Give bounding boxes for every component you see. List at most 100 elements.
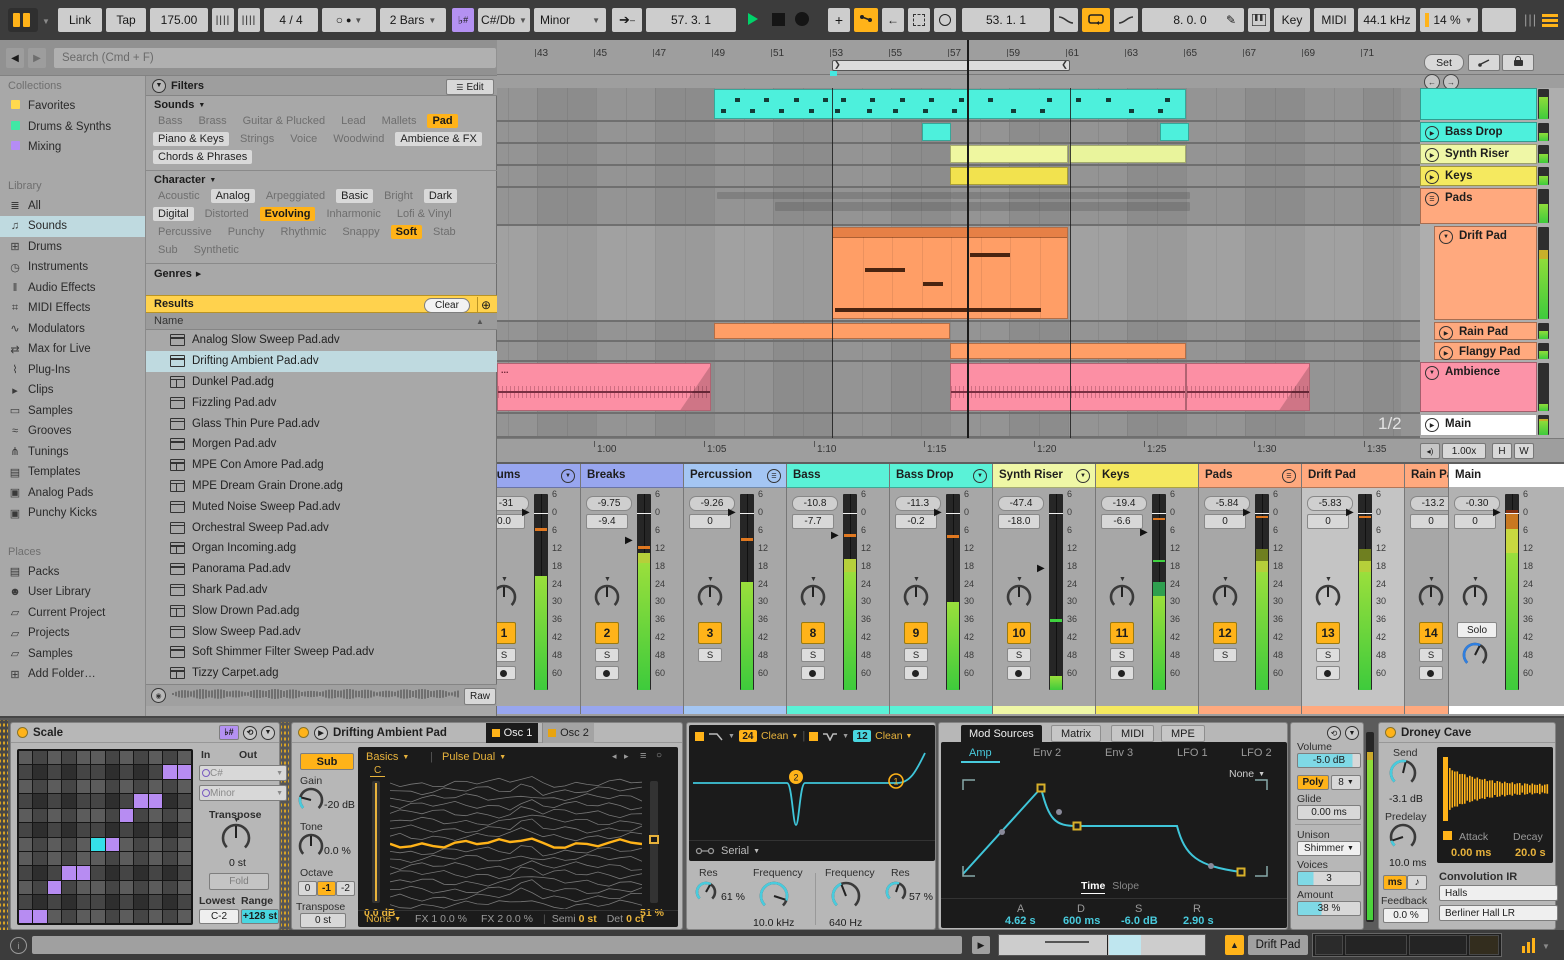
scale-grid-cell[interactable] <box>163 837 177 851</box>
attack-value[interactable]: 4.62 s <box>1005 915 1036 927</box>
mixer-track-title[interactable]: Main <box>1449 464 1564 488</box>
sidebar-item-max-for-live[interactable]: ⇄ Max for Live <box>0 339 145 360</box>
midi-map-button[interactable]: MIDI <box>1314 8 1354 32</box>
character-filter-tag[interactable]: Sub <box>153 243 183 257</box>
scale-grid-cell[interactable] <box>119 909 134 923</box>
mixer-track-title[interactable]: Pads ☰ <box>1199 464 1301 488</box>
preview-waveform[interactable] <box>172 686 460 705</box>
scale-grid-cell[interactable] <box>163 808 177 823</box>
solo-button[interactable]: S <box>1110 648 1134 662</box>
scale-grid-cell[interactable] <box>148 794 163 808</box>
beat-time-ruler[interactable]: 43 45 47 49 51 53 55 57 59 61 63 65 67 69 71 ❯ ❮ <box>497 40 1564 76</box>
track-header-flangy-pad[interactable]: ▶ Flangy Pad <box>1434 342 1537 360</box>
volume-field[interactable]: 0.0 <box>497 514 525 529</box>
sidebar-item-drums-synths[interactable]: Drums & Synths <box>0 117 145 138</box>
loop-start-field[interactable]: 53. 1. 1 <box>962 8 1050 32</box>
filter1-circuit-menu[interactable]: Clean ▼ <box>761 730 798 742</box>
ir-decay-value[interactable]: 20.0 s <box>1515 847 1546 859</box>
time-signature-field[interactable]: 4 / 4 <box>264 8 318 32</box>
sidebar-item-plug-ins[interactable]: ⌇ Plug-Ins <box>0 360 145 381</box>
volume-field[interactable]: -9.4 <box>586 514 628 529</box>
scale-grid-cell[interactable] <box>47 909 62 923</box>
filters-edit-button[interactable]: ☰ Edit <box>446 79 494 95</box>
scale-grid-cell[interactable] <box>163 880 177 895</box>
subtab-env2[interactable]: Env 2 <box>1033 747 1061 759</box>
character-filter-tag[interactable]: Inharmonic <box>321 207 385 221</box>
scale-grid-cell[interactable] <box>47 866 62 880</box>
solo-button[interactable]: S <box>497 648 516 662</box>
result-item[interactable]: Panorama Pad.adv <box>146 559 497 580</box>
record-button[interactable] <box>795 12 809 26</box>
sound-filter-tag[interactable]: Voice <box>285 132 322 146</box>
scale-grid-cell[interactable] <box>62 895 76 909</box>
play-icon[interactable]: ▶ <box>1425 418 1439 432</box>
mixer-track-title[interactable]: Percussion ☰ <box>684 464 786 488</box>
metronome-button[interactable]: ○ ● ▼ <box>322 8 376 32</box>
volume-field[interactable]: 0 <box>1307 514 1349 529</box>
track-header-drums[interactable] <box>1420 88 1537 120</box>
arm-button[interactable] <box>1419 666 1443 680</box>
scale-grid-cell[interactable] <box>134 808 148 823</box>
scale-grid-cell[interactable] <box>148 851 163 866</box>
sidebar-item-clips[interactable]: ▸ Clips <box>0 380 145 401</box>
sound-filter-tag[interactable]: Bass <box>153 114 187 128</box>
next-table-icon[interactable]: ▸ <box>624 751 629 762</box>
clip[interactable] <box>922 123 951 141</box>
arm-button[interactable] <box>1007 666 1031 680</box>
device-view-dropdown-icon[interactable]: ▼ <box>1542 942 1550 951</box>
sidebar-item-user-library[interactable]: ☻ User Library <box>0 582 145 603</box>
feedback-value[interactable]: 0.0 % <box>1383 908 1429 923</box>
scale-grid-cell[interactable] <box>105 794 119 808</box>
scale-grid-cell[interactable] <box>177 909 191 923</box>
sidebar-item-sounds[interactable]: ♫ Sounds <box>0 216 145 237</box>
playback-speed-field[interactable]: 1.00x <box>1442 443 1486 459</box>
scale-grid-cell[interactable] <box>91 779 105 794</box>
scale-grid-cell[interactable] <box>105 837 119 851</box>
track-activator-button[interactable]: 2 <box>595 622 619 644</box>
play-icon[interactable]: ▶ <box>1425 126 1439 140</box>
result-item[interactable]: Analog Slow Sweep Pad.adv <box>146 330 497 351</box>
arm-button[interactable] <box>497 666 516 680</box>
unison-mode-menu[interactable]: Shimmer ▼ <box>1297 841 1361 856</box>
scale-name-menu[interactable]: Minor ▼ <box>534 8 606 32</box>
result-item[interactable]: MPE Dream Grain Drone.adg <box>146 476 497 497</box>
track-header-synth-riser[interactable]: ▶ Synth Riser <box>1420 144 1537 164</box>
prev-table-icon[interactable]: ◂ <box>612 751 617 762</box>
scale-grid-cell[interactable] <box>62 765 76 779</box>
tab-osc2[interactable]: Osc 2 <box>542 723 594 743</box>
sound-filter-tag[interactable]: Chords & Phrases <box>153 150 253 164</box>
scale-grid-cell[interactable] <box>33 765 47 779</box>
scale-grid-cell[interactable] <box>119 765 134 779</box>
scale-grid-cell[interactable] <box>33 880 47 895</box>
save-preset-icon[interactable]: ▼ <box>261 725 275 740</box>
volume-field[interactable]: 0 <box>1454 514 1496 529</box>
scale-grid-cell[interactable] <box>163 794 177 808</box>
wavetable-name-menu[interactable]: Pulse Dual ▼ <box>442 751 506 763</box>
arrangement-grid[interactable]: ... <box>497 88 1420 438</box>
clip-fade-out[interactable] <box>1277 364 1309 410</box>
fader-handle[interactable]: ▶ <box>1037 563 1045 574</box>
sidebar-item-audio-effects[interactable]: ‖ Audio Effects <box>0 278 145 299</box>
scale-grid-cell[interactable] <box>47 808 62 823</box>
scale-grid-cell[interactable] <box>134 751 148 765</box>
tab-matrix[interactable]: Matrix <box>1051 725 1101 742</box>
clear-filters-button[interactable]: Clear <box>424 298 470 313</box>
scale-grid-cell[interactable] <box>177 823 191 837</box>
pan-knob[interactable] <box>800 584 826 613</box>
track-activator-button[interactable]: 8 <box>801 622 825 644</box>
scale-grid-cell[interactable] <box>177 895 191 909</box>
scale-grid-cell[interactable] <box>76 851 91 866</box>
loop-button[interactable] <box>1082 8 1110 32</box>
pan-knob[interactable] <box>1006 584 1032 613</box>
automation-mode-button[interactable] <box>908 8 930 32</box>
character-filter-tag[interactable]: Percussive <box>153 225 217 239</box>
scale-grid-cell[interactable] <box>163 751 177 765</box>
character-filter-tag[interactable]: Arpeggiated <box>261 189 330 203</box>
scale-grid-cell[interactable] <box>134 837 148 851</box>
result-item[interactable]: Muted Noise Sweep Pad.adv <box>146 496 497 517</box>
scale-grid-cell[interactable] <box>91 808 105 823</box>
track-header-main[interactable]: ▶ Main <box>1420 414 1537 436</box>
scale-root-select[interactable]: C# ▼ <box>199 765 287 781</box>
scale-grid-cell[interactable] <box>19 895 33 909</box>
amp-envelope-display[interactable] <box>949 772 1275 883</box>
